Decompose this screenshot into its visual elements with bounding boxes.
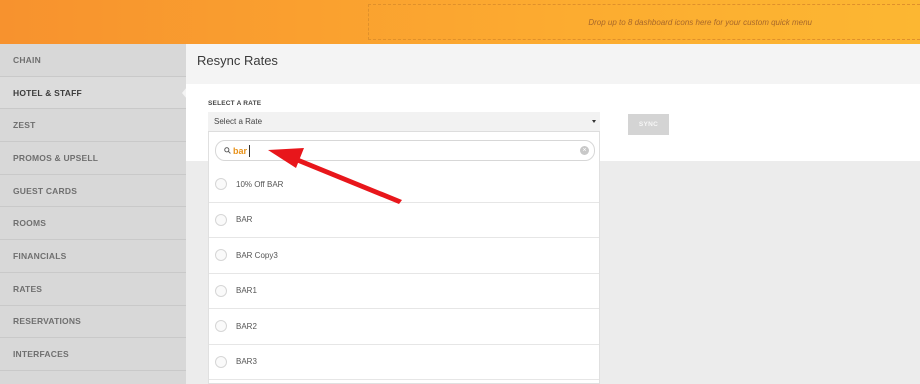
list-item[interactable]: BAR Copy3 [209, 238, 599, 274]
radio-button[interactable] [215, 284, 227, 297]
radio-button[interactable] [215, 213, 227, 226]
search-icon [224, 147, 231, 154]
search-query: bar [233, 146, 248, 156]
title-bar: Resync Rates [186, 44, 920, 84]
radio-button[interactable] [215, 249, 227, 262]
list-item[interactable]: BAR1 [209, 274, 599, 309]
text-cursor [249, 145, 250, 157]
option-label: BAR [236, 215, 253, 225]
option-label: BAR2 [236, 321, 257, 331]
sidebar-item-rates[interactable]: RATES [0, 273, 186, 306]
radio-button[interactable] [215, 178, 227, 191]
radio-button[interactable] [215, 320, 227, 333]
sidebar-item-guest-cards[interactable]: GUEST CARDS [0, 175, 186, 208]
arrow-annotation [268, 148, 402, 204]
sidebar-item-hotel-staff[interactable]: HOTEL & STAFF [0, 76, 186, 110]
list-item[interactable]: BAR2 [209, 309, 599, 345]
select-rate-label: SELECT A RATE [208, 100, 262, 107]
clear-icon[interactable]: × [580, 146, 589, 155]
sync-button[interactable]: SYNC [628, 114, 669, 135]
list-item[interactable]: BAR3 [209, 345, 599, 380]
top-bar: Drop up to 8 dashboard icons here for yo… [0, 0, 920, 44]
rate-select[interactable]: Select a Rate [208, 112, 600, 132]
sidebar-item-promos-upsell[interactable]: PROMOS & UPSELL [0, 142, 186, 175]
option-label: BAR3 [236, 357, 257, 367]
rate-select-value: Select a Rate [214, 117, 263, 126]
radio-button[interactable] [215, 355, 227, 368]
sidebar-item-chain[interactable]: CHAIN [0, 44, 186, 77]
option-label: BAR1 [236, 286, 257, 296]
page-title: Resync Rates [197, 53, 278, 68]
sidebar-item-rooms[interactable]: ROOMS [0, 207, 186, 241]
quick-menu-dropzone[interactable]: Drop up to 8 dashboard icons here for yo… [368, 4, 920, 40]
quick-menu-hint: Drop up to 8 dashboard icons here for yo… [588, 17, 812, 27]
sidebar-item-zest[interactable]: ZEST [0, 109, 186, 143]
sidebar-item-financials[interactable]: FINANCIALS [0, 240, 186, 273]
chevron-down-icon [592, 120, 596, 123]
main-content: Resync Rates SELECT A RATE Select a Rate… [186, 44, 920, 384]
sidebar: CHAIN HOTEL & STAFF ZEST PROMOS & UPSELL… [0, 44, 186, 384]
sidebar-item-reservations[interactable]: RESERVATIONS [0, 306, 186, 339]
option-label: BAR Copy3 [236, 250, 278, 260]
sidebar-item-interfaces[interactable]: INTERFACES [0, 338, 186, 371]
